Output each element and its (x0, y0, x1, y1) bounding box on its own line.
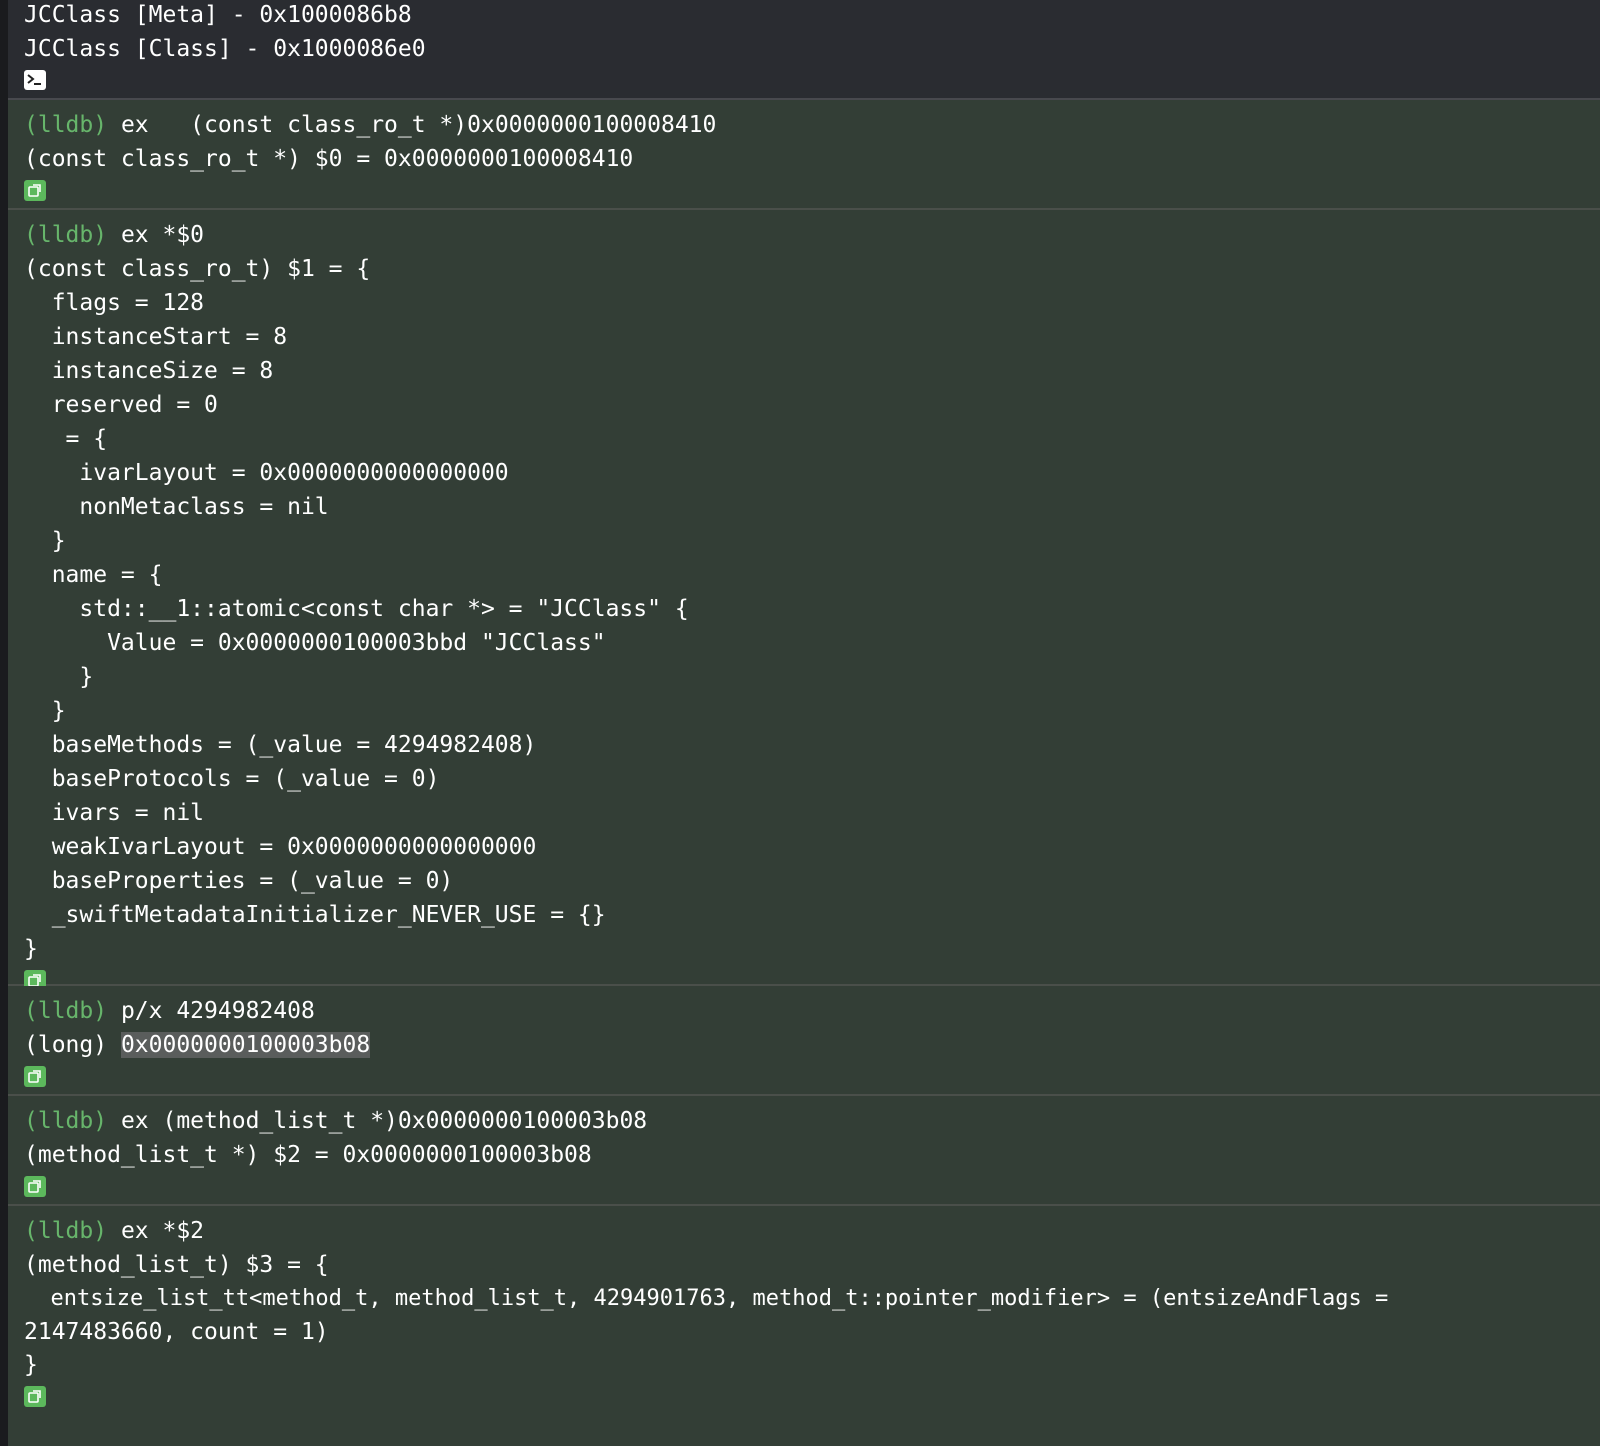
lldb-prompt: (lldb) (24, 1218, 108, 1244)
command-line: (lldb) p/x 4294982408 (24, 994, 1600, 1028)
result-line: reserved = 0 (24, 392, 218, 418)
variables-view-icon[interactable] (24, 1386, 46, 1407)
left-gutter (0, 0, 8, 1446)
variables-view-icon[interactable] (24, 180, 46, 201)
result-line: 2147483660, count = 1) (24, 1319, 329, 1345)
lldb-prompt: (lldb) (24, 222, 108, 248)
lldb-command-block: (lldb) ex *$0 (const class_ro_t) $1 = { … (8, 210, 1600, 991)
selected-address-text[interactable]: 0x0000000100003b08 (120, 1032, 371, 1058)
command-text: ex *$0 (107, 222, 205, 248)
result-line: } (24, 698, 66, 724)
lldb-prompt: (lldb) (24, 112, 108, 138)
command-line: (lldb) ex *$0 (24, 218, 1600, 252)
result-line: nonMetaclass = nil (24, 494, 329, 520)
command-line: (lldb) ex *$2 (24, 1214, 1600, 1248)
result-line: ivarLayout = 0x0000000000000000 (24, 460, 509, 486)
result-line: } (24, 936, 38, 962)
lldb-command-block: (lldb) p/x 4294982408 (long) 0x000000010… (8, 986, 1600, 1096)
result-line: weakIvarLayout = 0x0000000000000000 (24, 834, 537, 860)
program-output: JCClass [Meta] - 0x1000086b8 JCClass [Cl… (8, 0, 1600, 100)
result-line: instanceStart = 8 (24, 324, 288, 350)
command-line: (lldb) ex (const class_ro_t *)0x00000001… (24, 108, 1600, 142)
result-line: ivars = nil (24, 800, 205, 826)
result-line: flags = 128 (24, 290, 205, 316)
result-line: } (24, 1352, 38, 1378)
result-line: } (24, 664, 94, 690)
variables-view-icon[interactable] (24, 1066, 46, 1087)
result-line: baseMethods = (_value = 4294982408) (24, 732, 537, 758)
lldb-command-block: (lldb) ex *$2 (method_list_t) $3 = { ent… (8, 1206, 1600, 1446)
lldb-command-block: (lldb) ex (const class_ro_t *)0x00000001… (8, 100, 1600, 210)
result-line: Value = 0x0000000100003bbd "JCClass" (24, 630, 606, 656)
result-line: entsize_list_tt<method_t, method_list_t,… (24, 1286, 1389, 1311)
output-line: JCClass [Class] - 0x1000086e0 (24, 36, 426, 62)
result-line: (const class_ro_t) $1 = { (24, 256, 371, 282)
result-line: _swiftMetadataInitializer_NEVER_USE = {} (24, 902, 606, 928)
result-line: (const class_ro_t *) $0 = 0x000000010000… (24, 146, 634, 172)
terminal-icon[interactable] (24, 70, 46, 90)
lldb-prompt: (lldb) (24, 998, 108, 1024)
result-line: (method_list_t *) $2 = 0x0000000100003b0… (24, 1142, 592, 1168)
debug-console[interactable]: JCClass [Meta] - 0x1000086b8 JCClass [Cl… (8, 0, 1600, 1446)
result-line: (method_list_t) $3 = { (24, 1252, 329, 1278)
command-text: ex (const class_ro_t *)0x000000010000841… (107, 112, 717, 138)
result-type: (long) (24, 1032, 121, 1058)
command-text: ex (method_list_t *)0x0000000100003b08 (107, 1108, 648, 1134)
result-line: std::__1::atomic<const char *> = "JCClas… (24, 596, 689, 622)
result-line: name = { (24, 562, 163, 588)
result-line: (long) 0x0000000100003b08 (24, 1028, 1600, 1062)
result-line: instanceSize = 8 (24, 358, 274, 384)
lldb-command-block: (lldb) ex (method_list_t *)0x00000001000… (8, 1096, 1600, 1206)
command-text: p/x 4294982408 (107, 998, 315, 1024)
result-line: baseProtocols = (_value = 0) (24, 766, 440, 792)
result-line: = { (24, 426, 108, 452)
variables-view-icon[interactable] (24, 1176, 46, 1197)
command-line: (lldb) ex (method_list_t *)0x00000001000… (24, 1104, 1600, 1138)
result-line: } (24, 528, 66, 554)
lldb-prompt: (lldb) (24, 1108, 108, 1134)
result-line: baseProperties = (_value = 0) (24, 868, 454, 894)
output-line: JCClass [Meta] - 0x1000086b8 (24, 2, 412, 28)
command-text: ex *$2 (107, 1218, 205, 1244)
